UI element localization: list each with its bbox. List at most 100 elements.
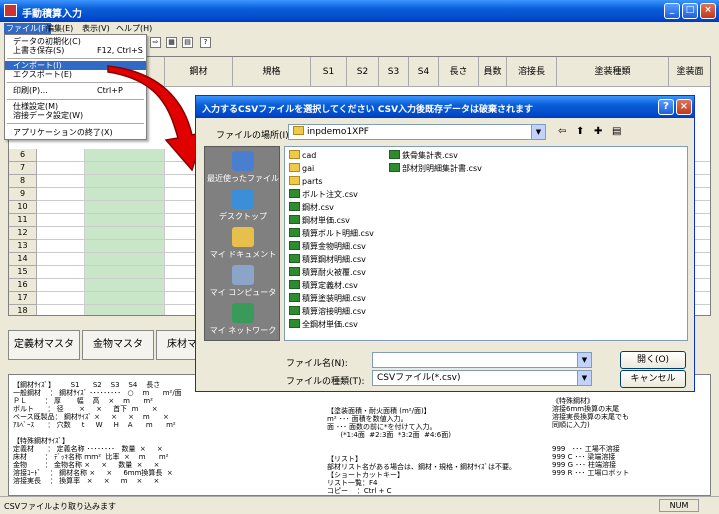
grid-header-s3[interactable]: S3 <box>379 57 409 87</box>
place-network[interactable]: マイ ネットワーク <box>205 301 281 341</box>
filetype-select[interactable]: CSVファイル(*.csv) ▼ <box>372 370 592 386</box>
grid-cell[interactable] <box>37 201 85 214</box>
grid-cell[interactable] <box>37 279 85 292</box>
grid-cell[interactable] <box>85 201 165 214</box>
grid-cell[interactable] <box>85 279 165 292</box>
folder-item[interactable]: parts <box>289 176 323 188</box>
app-titlebar[interactable]: 手動積算入力 _ □ × <box>0 0 719 22</box>
place-recent[interactable]: 最近使ったファイル <box>205 149 281 189</box>
new-folder-icon[interactable]: ✚ <box>594 126 602 137</box>
grid-row-number[interactable]: 12 <box>9 227 37 240</box>
csv-file-item[interactable]: 積算金物明細.csv <box>289 241 366 253</box>
grid-tool-icon[interactable]: ▦ <box>166 37 177 48</box>
tab-definition-master[interactable]: 定義材マスタ <box>8 330 80 360</box>
look-in-combo[interactable]: inpdemo1XPF ▼ <box>288 124 546 140</box>
grid-header-s4[interactable]: S4 <box>409 57 439 87</box>
menu-item-init-data[interactable]: データの初期化(C) <box>5 37 146 46</box>
grid-row-number[interactable]: 11 <box>9 214 37 227</box>
grid-row-number[interactable]: 16 <box>9 279 37 292</box>
grid-row-number[interactable]: 13 <box>9 240 37 253</box>
csv-file-item[interactable]: 積算耐火被覆.csv <box>289 267 366 279</box>
csv-file-item[interactable]: 鉄骨集計表.csv <box>389 150 458 162</box>
grid-row-number[interactable]: 14 <box>9 253 37 266</box>
grid-header-s2[interactable]: S2 <box>347 57 379 87</box>
filename-input[interactable]: ▼ <box>372 352 592 368</box>
dialog-titlebar[interactable]: 入力するCSVファイルを選択してください CSV入力後既存データは破棄されます … <box>196 96 694 118</box>
file-list[interactable]: cad gai parts ボルト注文.csv 鋼材.csv 鋼材単価.csv 積算ボルト明… <box>284 146 688 341</box>
csv-file-item[interactable]: 積算塗装明細.csv <box>289 293 366 305</box>
grid-header-weld[interactable]: 溶接長 <box>507 57 557 87</box>
print-tool-icon[interactable]: ▤ <box>182 37 193 48</box>
grid-cell[interactable] <box>37 292 85 305</box>
grid-header-spec[interactable]: 規格 <box>233 57 311 87</box>
grid-row-number[interactable]: 7 <box>9 162 37 175</box>
place-documents[interactable]: マイ ドキュメント <box>205 225 281 265</box>
grid-row-number[interactable]: 18 <box>9 305 37 315</box>
csv-file-item[interactable]: 部材別明細集計書.csv <box>389 163 482 175</box>
menu-edit[interactable]: 編集(E) <box>46 23 73 34</box>
back-icon[interactable]: ⇦ <box>558 126 566 137</box>
grid-cell[interactable] <box>85 292 165 305</box>
up-folder-icon[interactable]: ⬆ <box>576 126 584 137</box>
csv-file-item[interactable]: 積算溶接明細.csv <box>289 306 366 318</box>
csv-file-item[interactable]: 鋼材単価.csv <box>289 215 350 227</box>
grid-cell[interactable] <box>37 240 85 253</box>
open-button[interactable]: 開く(O) <box>620 351 686 369</box>
chevron-down-icon[interactable]: ▼ <box>577 353 591 367</box>
grid-cell[interactable] <box>85 240 165 253</box>
grid-cell[interactable] <box>37 227 85 240</box>
grid-row-number[interactable]: 6 <box>9 149 37 162</box>
grid-cell[interactable] <box>37 188 85 201</box>
dialog-close-button[interactable]: × <box>676 99 692 115</box>
menu-help[interactable]: ヘルプ(H) <box>116 23 152 34</box>
view-menu-icon[interactable]: ▤ <box>612 126 621 137</box>
maximize-button[interactable]: □ <box>682 3 698 19</box>
grid-cell[interactable] <box>85 188 165 201</box>
chevron-down-icon[interactable]: ▼ <box>531 125 545 139</box>
grid-row-number[interactable]: 10 <box>9 201 37 214</box>
import-tool-icon[interactable]: ⇨ <box>150 37 161 48</box>
grid-cell[interactable] <box>37 253 85 266</box>
dialog-help-button[interactable]: ? <box>658 99 674 115</box>
grid-row-number[interactable]: 17 <box>9 292 37 305</box>
help-tool-icon[interactable]: ? <box>200 37 211 48</box>
menu-view[interactable]: 表示(V) <box>82 23 110 34</box>
grid-cell[interactable] <box>37 266 85 279</box>
chevron-down-icon[interactable]: ▼ <box>577 371 591 385</box>
grid-cell[interactable] <box>85 266 165 279</box>
folder-item[interactable]: cad <box>289 150 316 162</box>
csv-file-item[interactable]: 積算定義材.csv <box>289 280 358 292</box>
grid-cell[interactable] <box>85 227 165 240</box>
csv-file-item[interactable]: ボルト注文.csv <box>289 189 358 201</box>
folder-item[interactable]: gai <box>289 163 314 175</box>
csv-file-item[interactable]: 鋼材.csv <box>289 202 334 214</box>
grid-header-paint[interactable]: 塗装種類 <box>557 57 669 87</box>
close-button[interactable]: × <box>700 3 716 19</box>
grid-cell[interactable] <box>37 305 85 315</box>
grid-header-s1[interactable]: S1 <box>311 57 347 87</box>
grid-cell[interactable] <box>37 214 85 227</box>
menu-item-save[interactable]: 上書き保存(S) F12, Ctrl+S <box>5 46 146 55</box>
csv-file-item[interactable]: 積算鋼材明細.csv <box>289 254 366 266</box>
grid-row-number[interactable]: 8 <box>9 175 37 188</box>
grid-cell[interactable] <box>85 305 165 315</box>
grid-header-length[interactable]: 長さ(mm) <box>439 57 479 107</box>
tab-hardware-master[interactable]: 金物マスタ <box>82 330 154 360</box>
grid-row-number[interactable]: 9 <box>9 188 37 201</box>
tab-strip: 定義材マスタ 金物マスタ 床材マ <box>8 330 208 364</box>
grid-cell[interactable] <box>85 214 165 227</box>
csv-file-item[interactable]: 積算ボルト明細.csv <box>289 228 374 240</box>
grid-cell[interactable] <box>37 162 85 175</box>
grid-row-number[interactable]: 15 <box>9 266 37 279</box>
csv-file-item[interactable]: 全鋼材単価.csv <box>289 319 358 331</box>
place-desktop[interactable]: デスクトップ <box>205 187 281 227</box>
grid-cell[interactable] <box>37 175 85 188</box>
grid-header-paint-area[interactable]: 塗装面 <box>669 57 710 87</box>
menu-file[interactable]: ファイル(F) <box>4 23 51 34</box>
grid-cell[interactable] <box>85 253 165 266</box>
grid-header-count[interactable]: 員数 <box>479 57 507 87</box>
grid-cell[interactable] <box>37 149 85 162</box>
minimize-button[interactable]: _ <box>664 3 680 19</box>
place-computer[interactable]: マイ コンピュータ <box>205 263 281 303</box>
cancel-button[interactable]: キャンセル <box>620 370 686 388</box>
